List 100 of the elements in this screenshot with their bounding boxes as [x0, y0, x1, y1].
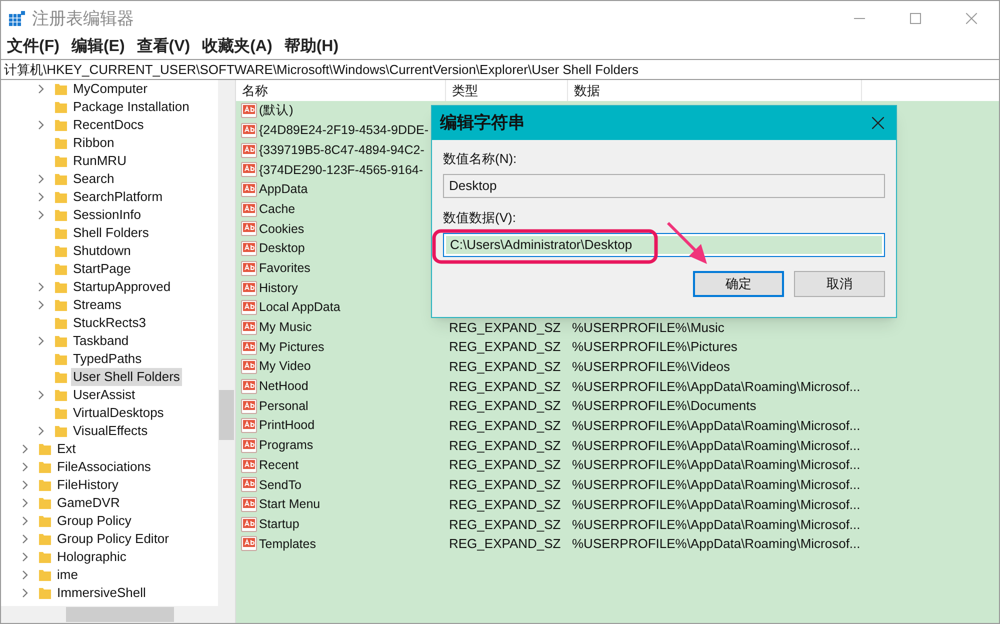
value-name[interactable]: Cache	[259, 200, 296, 219]
tree-item[interactable]: ImmersiveShell	[55, 584, 148, 602]
string-value-icon	[241, 320, 257, 335]
value-data: %USERPROFILE%\AppData\Roaming\Microsof...	[572, 516, 860, 532]
string-value-icon	[241, 103, 257, 118]
ok-button[interactable]: 确定	[693, 271, 784, 297]
expand-chevron-icon[interactable]	[37, 336, 45, 346]
tree-item[interactable]: Group Policy Editor	[55, 530, 171, 548]
value-name[interactable]: Personal	[259, 396, 308, 416]
tree-item[interactable]: ime	[55, 566, 80, 584]
folder-icon	[54, 226, 68, 240]
string-value-icon	[241, 340, 257, 355]
string-value-icon	[241, 438, 257, 454]
value-name[interactable]: Start Menu	[259, 495, 320, 514]
tree-item[interactable]: User Shell Folders	[71, 368, 182, 386]
column-header[interactable]: 数据	[568, 80, 862, 101]
tree-item[interactable]: Package Installation	[71, 98, 192, 116]
tree-item[interactable]: FileAssociations	[55, 458, 153, 476]
value-name[interactable]: Favorites	[259, 258, 310, 278]
folder-icon	[54, 154, 68, 168]
tree-item[interactable]: RunMRU	[71, 152, 128, 170]
value-name[interactable]: Startup	[259, 514, 300, 534]
address-bar[interactable]: 计算机\HKEY_CURRENT_USER\SOFTWARE\Microsoft\Windows\CurrentVersion\Explorer\User Shell Folders	[1, 59, 999, 80]
horizontal-scrollbar[interactable]	[1, 606, 235, 623]
column-header[interactable]: 类型	[446, 80, 568, 101]
value-name[interactable]: Templates	[259, 534, 316, 554]
value-name[interactable]: SendTo	[259, 476, 302, 494]
string-value-icon	[241, 418, 257, 434]
value-name[interactable]: PrintHood	[259, 416, 315, 436]
tree-item[interactable]: TypedPaths	[71, 350, 144, 368]
expand-chevron-icon[interactable]	[37, 120, 45, 130]
tree-item[interactable]: SearchPlatform	[71, 188, 165, 206]
value-type: REG_EXPAND_SZ	[449, 339, 561, 354]
value-name-field[interactable]: Desktop	[443, 174, 885, 198]
value-type: REG_EXPAND_SZ	[449, 378, 561, 394]
value-data-field[interactable]: C:\Users\Administrator\Desktop	[443, 233, 885, 257]
tree-item[interactable]: MyComputer	[71, 80, 150, 98]
tree-item[interactable]: SessionInfo	[71, 206, 143, 224]
menu-item[interactable]: 文件(F)	[7, 35, 60, 59]
value-name[interactable]: My Video	[259, 357, 311, 376]
tree-item[interactable]: VisualEffects	[71, 422, 150, 440]
value-data: %USERPROFILE%\Pictures	[572, 339, 738, 354]
tree-item[interactable]: StartupApproved	[71, 278, 173, 296]
tree-item[interactable]: Shutdown	[71, 242, 133, 260]
tree-item[interactable]: Streams	[71, 296, 124, 314]
value-data: %USERPROFILE%\AppData\Roaming\Microsof...	[572, 418, 860, 434]
menu-item[interactable]: 查看(V)	[136, 35, 190, 59]
value-type: REG_EXPAND_SZ	[449, 516, 561, 532]
folder-icon	[54, 262, 68, 276]
string-value-icon	[241, 182, 257, 198]
close-icon	[966, 13, 976, 24]
value-type: REG_EXPAND_SZ	[449, 418, 561, 434]
field-label: 数值名称(N):	[443, 151, 517, 167]
folder-icon	[54, 316, 68, 330]
tree-item[interactable]: FileHistory	[55, 476, 120, 494]
expand-chevron-icon[interactable]	[37, 390, 45, 400]
value-name[interactable]: Programs	[259, 436, 314, 455]
value-type: REG_EXPAND_SZ	[449, 477, 561, 492]
value-name[interactable]: {24D89E24-2F19-4534-9DDE-	[259, 121, 429, 140]
value-name[interactable]: AppData	[259, 180, 308, 199]
vertical-scrollbar[interactable]	[218, 80, 235, 606]
folder-icon	[38, 460, 52, 474]
cancel-button[interactable]: 取消	[794, 271, 885, 297]
tree-item[interactable]: GameDVR	[55, 494, 122, 512]
menu-item[interactable]: 收藏夹(A)	[202, 35, 272, 59]
value-name[interactable]: {374DE290-123F-4565-9164-	[259, 160, 424, 180]
value-type: REG_EXPAND_SZ	[449, 398, 561, 414]
value-name[interactable]: My Pictures	[259, 338, 324, 356]
value-name[interactable]: My Music	[259, 318, 312, 337]
folder-icon	[54, 352, 68, 366]
value-data: %USERPROFILE%\Music	[572, 320, 724, 335]
tree-item[interactable]: RecentDocs	[71, 116, 146, 134]
value-name[interactable]: (默认)	[259, 101, 294, 120]
tree-item[interactable]: UserAssist	[71, 386, 138, 404]
column-header[interactable]: 名称	[236, 80, 446, 101]
tree-item[interactable]: Group Policy	[55, 512, 134, 530]
tree-item[interactable]: Ext	[55, 440, 78, 458]
menu-item[interactable]: 编辑(E)	[71, 35, 125, 59]
value-name[interactable]: NetHood	[259, 377, 308, 396]
tree-item[interactable]: Search	[71, 170, 116, 188]
string-value-icon	[241, 359, 257, 374]
folder-icon	[54, 100, 68, 114]
tree-item[interactable]: Ribbon	[71, 134, 116, 152]
value-type: REG_EXPAND_SZ	[449, 438, 561, 453]
expand-chevron-icon[interactable]	[37, 84, 45, 94]
tree-item[interactable]: StuckRects3	[71, 314, 148, 332]
value-name[interactable]: Local AppData	[259, 298, 340, 318]
tree-item[interactable]: Shell Folders	[71, 224, 151, 242]
folder-icon	[38, 478, 52, 492]
tree-item[interactable]: StartPage	[71, 260, 133, 278]
value-name[interactable]: Recent	[259, 456, 299, 475]
value-name[interactable]: Cookies	[259, 220, 304, 238]
value-name[interactable]: {339719B5-8C47-4894-94C2-	[259, 140, 424, 160]
tree-item[interactable]: Holographic	[55, 548, 128, 566]
menu-item[interactable]: 帮助(H)	[284, 35, 339, 59]
value-name[interactable]: Desktop	[259, 239, 305, 258]
tree-item[interactable]: VirtualDesktops	[71, 404, 166, 422]
value-data: %USERPROFILE%\Videos	[572, 359, 730, 374]
tree-item[interactable]: Taskband	[71, 332, 131, 350]
value-name[interactable]: History	[259, 278, 298, 298]
